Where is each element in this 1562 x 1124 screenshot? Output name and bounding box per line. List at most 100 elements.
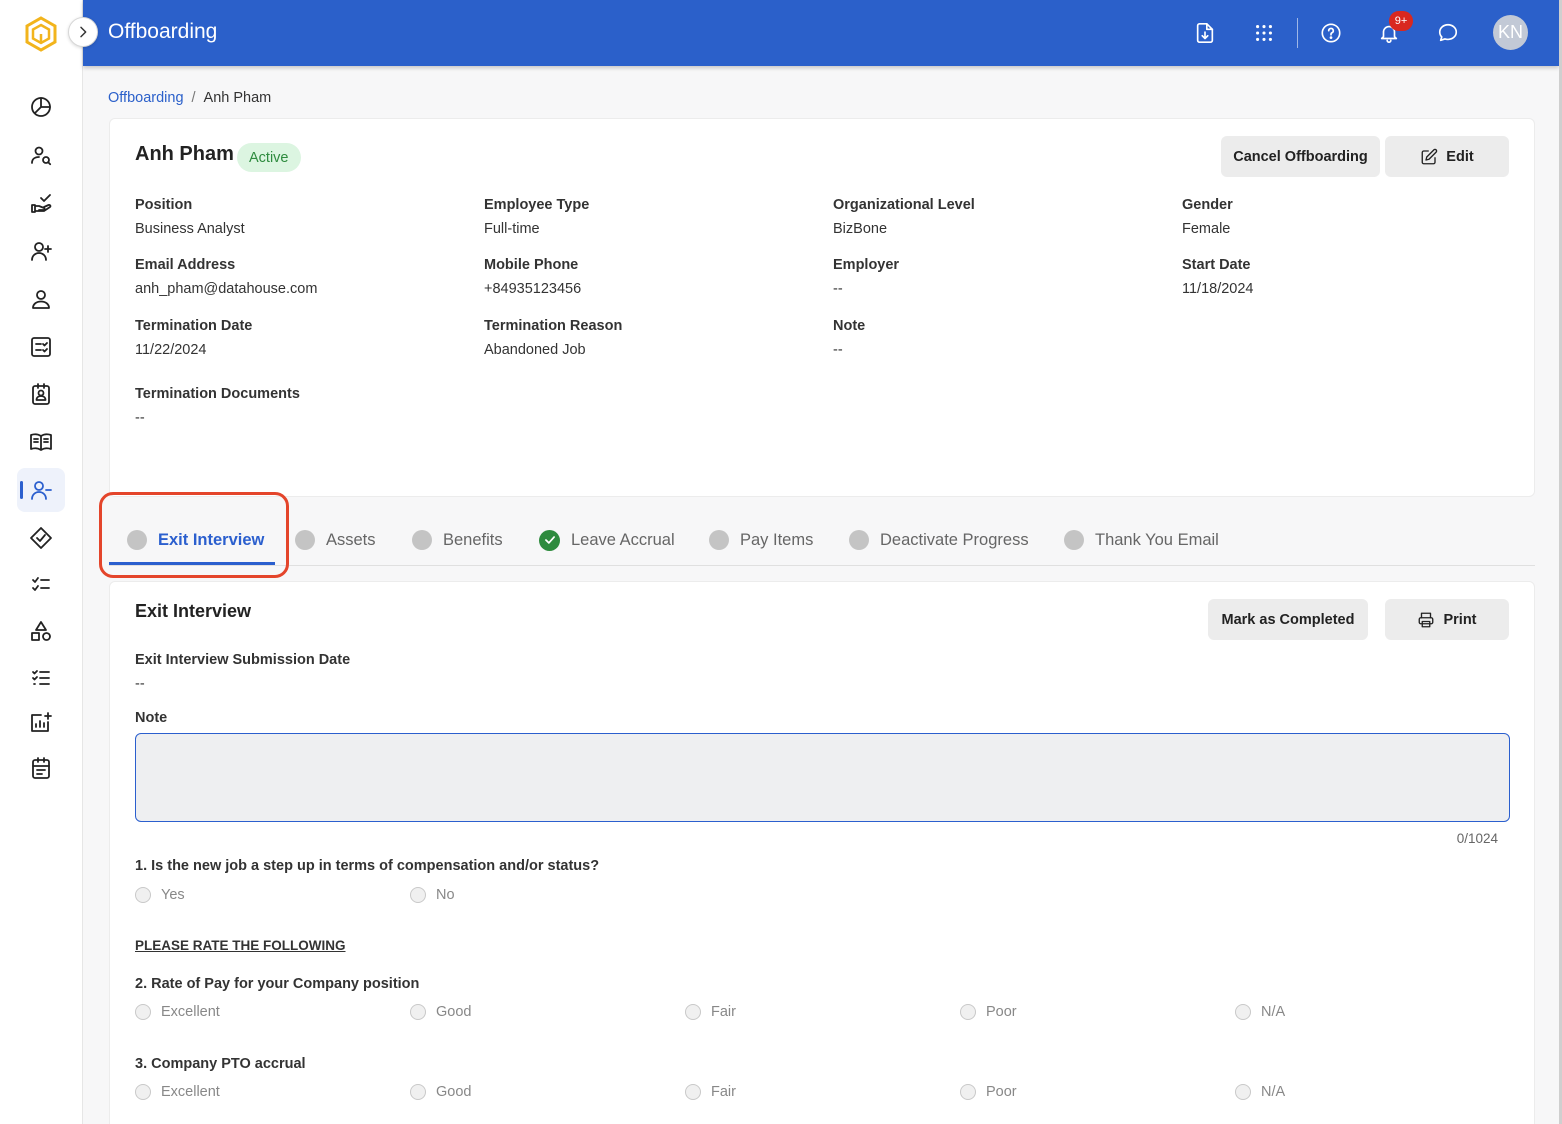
radio-label: Excellent xyxy=(161,1004,220,1020)
radio-label: Good xyxy=(436,1004,472,1020)
question-1: 1. Is the new job a step up in terms of … xyxy=(135,858,600,874)
rail-contact-card[interactable] xyxy=(17,372,65,416)
field-value: -- xyxy=(833,342,843,358)
radio-circle xyxy=(1235,1084,1251,1100)
candidate-search-icon xyxy=(31,146,52,166)
radio-circle xyxy=(960,1004,976,1020)
tab-thank-you-email[interactable]: Thank You Email xyxy=(1064,528,1219,552)
rail-report[interactable] xyxy=(17,700,65,744)
app-logo-icon[interactable] xyxy=(24,16,58,52)
rail-tasks[interactable] xyxy=(17,562,65,606)
report-icon xyxy=(31,712,52,732)
page-title: Offboarding xyxy=(108,20,218,43)
print-button[interactable]: Print xyxy=(1385,599,1509,640)
tab-pay-items[interactable]: Pay Items xyxy=(709,528,813,552)
radio-circle xyxy=(410,1004,426,1020)
pending-status-icon xyxy=(295,530,315,550)
note-label: Note xyxy=(135,710,168,726)
chat-button[interactable] xyxy=(1433,18,1463,48)
field-label: Start Date xyxy=(1182,257,1251,273)
q3-option-poor[interactable]: Poor xyxy=(960,1084,1017,1100)
q1-option-no[interactable]: No xyxy=(410,887,455,903)
edit-label: Edit xyxy=(1446,148,1474,165)
rail-checklist[interactable] xyxy=(17,325,65,369)
field-label: Gender xyxy=(1182,197,1233,213)
rail-calendar[interactable] xyxy=(17,746,65,790)
field-label: Termination Reason xyxy=(484,318,623,334)
field-value: -- xyxy=(833,281,843,297)
add-user-icon xyxy=(31,242,52,261)
mark-as-completed-button[interactable]: Mark as Completed xyxy=(1208,599,1368,640)
radio-circle xyxy=(685,1084,701,1100)
q3-option-good[interactable]: Good xyxy=(410,1084,471,1100)
q2-option-excellent[interactable]: Excellent xyxy=(135,1004,220,1020)
rail-offboarding[interactable] xyxy=(17,468,65,512)
field-termination-documents: Termination Documents -- xyxy=(135,386,465,426)
note-textarea[interactable] xyxy=(135,733,1510,822)
q3-option-fair[interactable]: Fair xyxy=(685,1084,736,1100)
field-value: +84935123456 xyxy=(484,281,582,297)
field-gender: Gender Female xyxy=(1182,197,1512,237)
q2-option-na[interactable]: N/A xyxy=(1235,1004,1285,1020)
cancel-offboarding-label: Cancel Offboarding xyxy=(1233,148,1368,165)
radio-circle xyxy=(135,887,151,903)
radio-circle xyxy=(685,1004,701,1020)
field-label: Organizational Level xyxy=(833,197,975,213)
rail-list[interactable] xyxy=(17,655,65,699)
field-start-date: Start Date 11/18/2024 xyxy=(1182,257,1512,297)
field-value: -- xyxy=(135,410,145,426)
download-document-icon xyxy=(1196,23,1214,43)
q2-option-fair[interactable]: Fair xyxy=(685,1004,736,1020)
field-value: 11/22/2024 xyxy=(135,342,207,358)
rail-candidate-search[interactable] xyxy=(17,133,65,177)
rail-hiring[interactable] xyxy=(17,181,65,225)
q3-option-excellent[interactable]: Excellent xyxy=(135,1084,220,1100)
collapse-toggle-button[interactable] xyxy=(68,17,98,47)
radio-circle xyxy=(410,1084,426,1100)
chevron-right-icon xyxy=(80,26,87,38)
tab-benefits[interactable]: Benefits xyxy=(412,528,503,552)
pending-status-icon xyxy=(412,530,432,550)
rail-shapes[interactable] xyxy=(17,609,65,653)
breadcrumb-offboarding-link[interactable]: Offboarding xyxy=(108,90,184,106)
download-document-button[interactable] xyxy=(1190,18,1220,48)
field-value: Business Analyst xyxy=(135,221,245,237)
help-button[interactable] xyxy=(1316,18,1346,48)
q3-option-na[interactable]: N/A xyxy=(1235,1084,1285,1100)
field-label: Exit Interview Submission Date xyxy=(135,652,351,668)
cancel-offboarding-button[interactable]: Cancel Offboarding xyxy=(1221,136,1380,177)
left-rail xyxy=(0,0,83,1124)
radio-circle xyxy=(960,1084,976,1100)
field-note: Note -- xyxy=(833,318,1163,358)
field-employer: Employer -- xyxy=(833,257,1163,297)
radio-label: No xyxy=(436,887,455,903)
tab-leave-accrual[interactable]: Leave Accrual xyxy=(539,528,675,552)
printer-icon xyxy=(1419,612,1434,627)
user-avatar[interactable]: KN xyxy=(1493,15,1528,50)
rail-badge[interactable] xyxy=(17,516,65,560)
q2-option-poor[interactable]: Poor xyxy=(960,1004,1017,1020)
apps-grid-button[interactable] xyxy=(1249,18,1279,48)
employee-details-card: Anh Pham Active Cancel Offboarding Edit … xyxy=(109,118,1535,497)
mark-as-completed-label: Mark as Completed xyxy=(1221,611,1355,628)
rail-employee[interactable] xyxy=(17,277,65,321)
field-value: Full-time xyxy=(484,221,540,237)
edit-button[interactable]: Edit xyxy=(1385,136,1509,177)
help-icon xyxy=(1321,23,1341,43)
field-label: Email Address xyxy=(135,257,236,273)
tab-label: Deactivate Progress xyxy=(880,530,1029,549)
field-label: Termination Documents xyxy=(135,386,300,402)
q2-option-good[interactable]: Good xyxy=(410,1004,471,1020)
rail-add-user[interactable] xyxy=(17,229,65,273)
rail-handbook[interactable] xyxy=(17,420,65,464)
tab-assets[interactable]: Assets xyxy=(295,528,376,552)
radio-circle xyxy=(135,1084,151,1100)
q1-option-yes[interactable]: Yes xyxy=(135,887,185,903)
field-value: 11/18/2024 xyxy=(1182,281,1254,297)
tab-deactivate-progress[interactable]: Deactivate Progress xyxy=(849,528,1029,552)
radio-circle xyxy=(135,1004,151,1020)
radio-circle xyxy=(1235,1004,1251,1020)
rail-dashboard[interactable] xyxy=(17,85,65,129)
field-submission-date: Exit Interview Submission Date -- xyxy=(135,652,465,692)
radio-label: Fair xyxy=(711,1004,736,1020)
